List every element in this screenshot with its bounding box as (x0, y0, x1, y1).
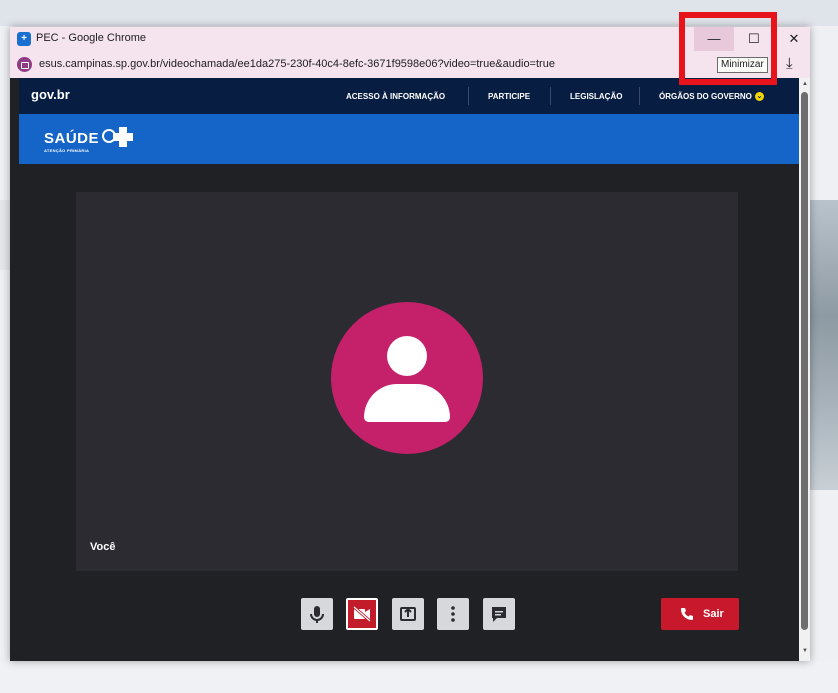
microphone-button[interactable] (301, 598, 333, 630)
web-page: gov.br ACESSO À INFORMAÇÃO PARTICIPE LEG… (10, 78, 810, 661)
app-favicon-icon: + (17, 32, 31, 46)
close-button[interactable]: ✕ (774, 27, 810, 51)
participant-label: Você (90, 541, 116, 553)
saude-header: SAÚDE ATENÇÃO PRIMÁRIA (19, 114, 799, 164)
more-options-button[interactable] (437, 598, 469, 630)
download-icon[interactable]: ⤓ (786, 55, 793, 72)
annotation-highlight-box (679, 12, 777, 85)
saude-logo[interactable]: SAÚDE (44, 130, 99, 147)
desktop-bottom (0, 662, 838, 693)
nav-divider (639, 87, 640, 105)
url-text[interactable]: esus.campinas.sp.gov.br/videochamada/ee1… (39, 58, 555, 70)
close-icon: ✕ (788, 31, 800, 46)
nav-link-orgaos-governo[interactable]: ÓRGÃOS DO GOVERNO ⌄ (659, 92, 764, 102)
phone-hangup-icon (681, 608, 693, 620)
scroll-down-icon[interactable]: ▼ (802, 648, 808, 654)
leave-call-label: Sair (703, 608, 724, 620)
nav-link-legislacao[interactable]: LEGISLAÇÃO (570, 92, 622, 101)
video-site-icon (17, 57, 32, 72)
browser-window: + PEC - Google Chrome — ☐ ✕ esus.campina… (10, 27, 810, 661)
camera-off-icon (353, 605, 371, 623)
nav-divider (550, 87, 551, 105)
page-scrollbar[interactable]: ▲ ▼ (799, 78, 810, 661)
saude-subtitle: ATENÇÃO PRIMÁRIA (44, 148, 90, 153)
share-screen-button[interactable] (392, 598, 424, 630)
video-call-area: Você Sair (19, 164, 799, 661)
health-cross-icon (113, 127, 133, 147)
user-avatar-icon (331, 302, 483, 454)
chat-icon (492, 607, 506, 622)
desktop-right-image (806, 200, 838, 490)
nav-divider (468, 87, 469, 105)
camera-toggle-button[interactable] (346, 598, 378, 630)
window-title: PEC - Google Chrome (36, 32, 147, 44)
share-screen-icon (400, 607, 416, 621)
scroll-up-icon[interactable]: ▲ (802, 81, 808, 87)
nav-link-participe[interactable]: PARTICIPE (488, 92, 530, 101)
gov-logo[interactable]: gov.br (31, 87, 70, 102)
leave-call-button[interactable]: Sair (661, 598, 739, 630)
chat-button[interactable] (483, 598, 515, 630)
nav-link-orgaos-label: ÓRGÃOS DO GOVERNO (659, 92, 752, 101)
nav-link-acesso-informacao[interactable]: ACESSO À INFORMAÇÃO (346, 92, 445, 101)
microphone-icon (310, 606, 324, 623)
video-tile: Você (76, 192, 738, 571)
scrollbar-thumb[interactable] (801, 92, 808, 630)
more-options-icon (451, 606, 455, 622)
chevron-down-icon: ⌄ (754, 92, 764, 102)
